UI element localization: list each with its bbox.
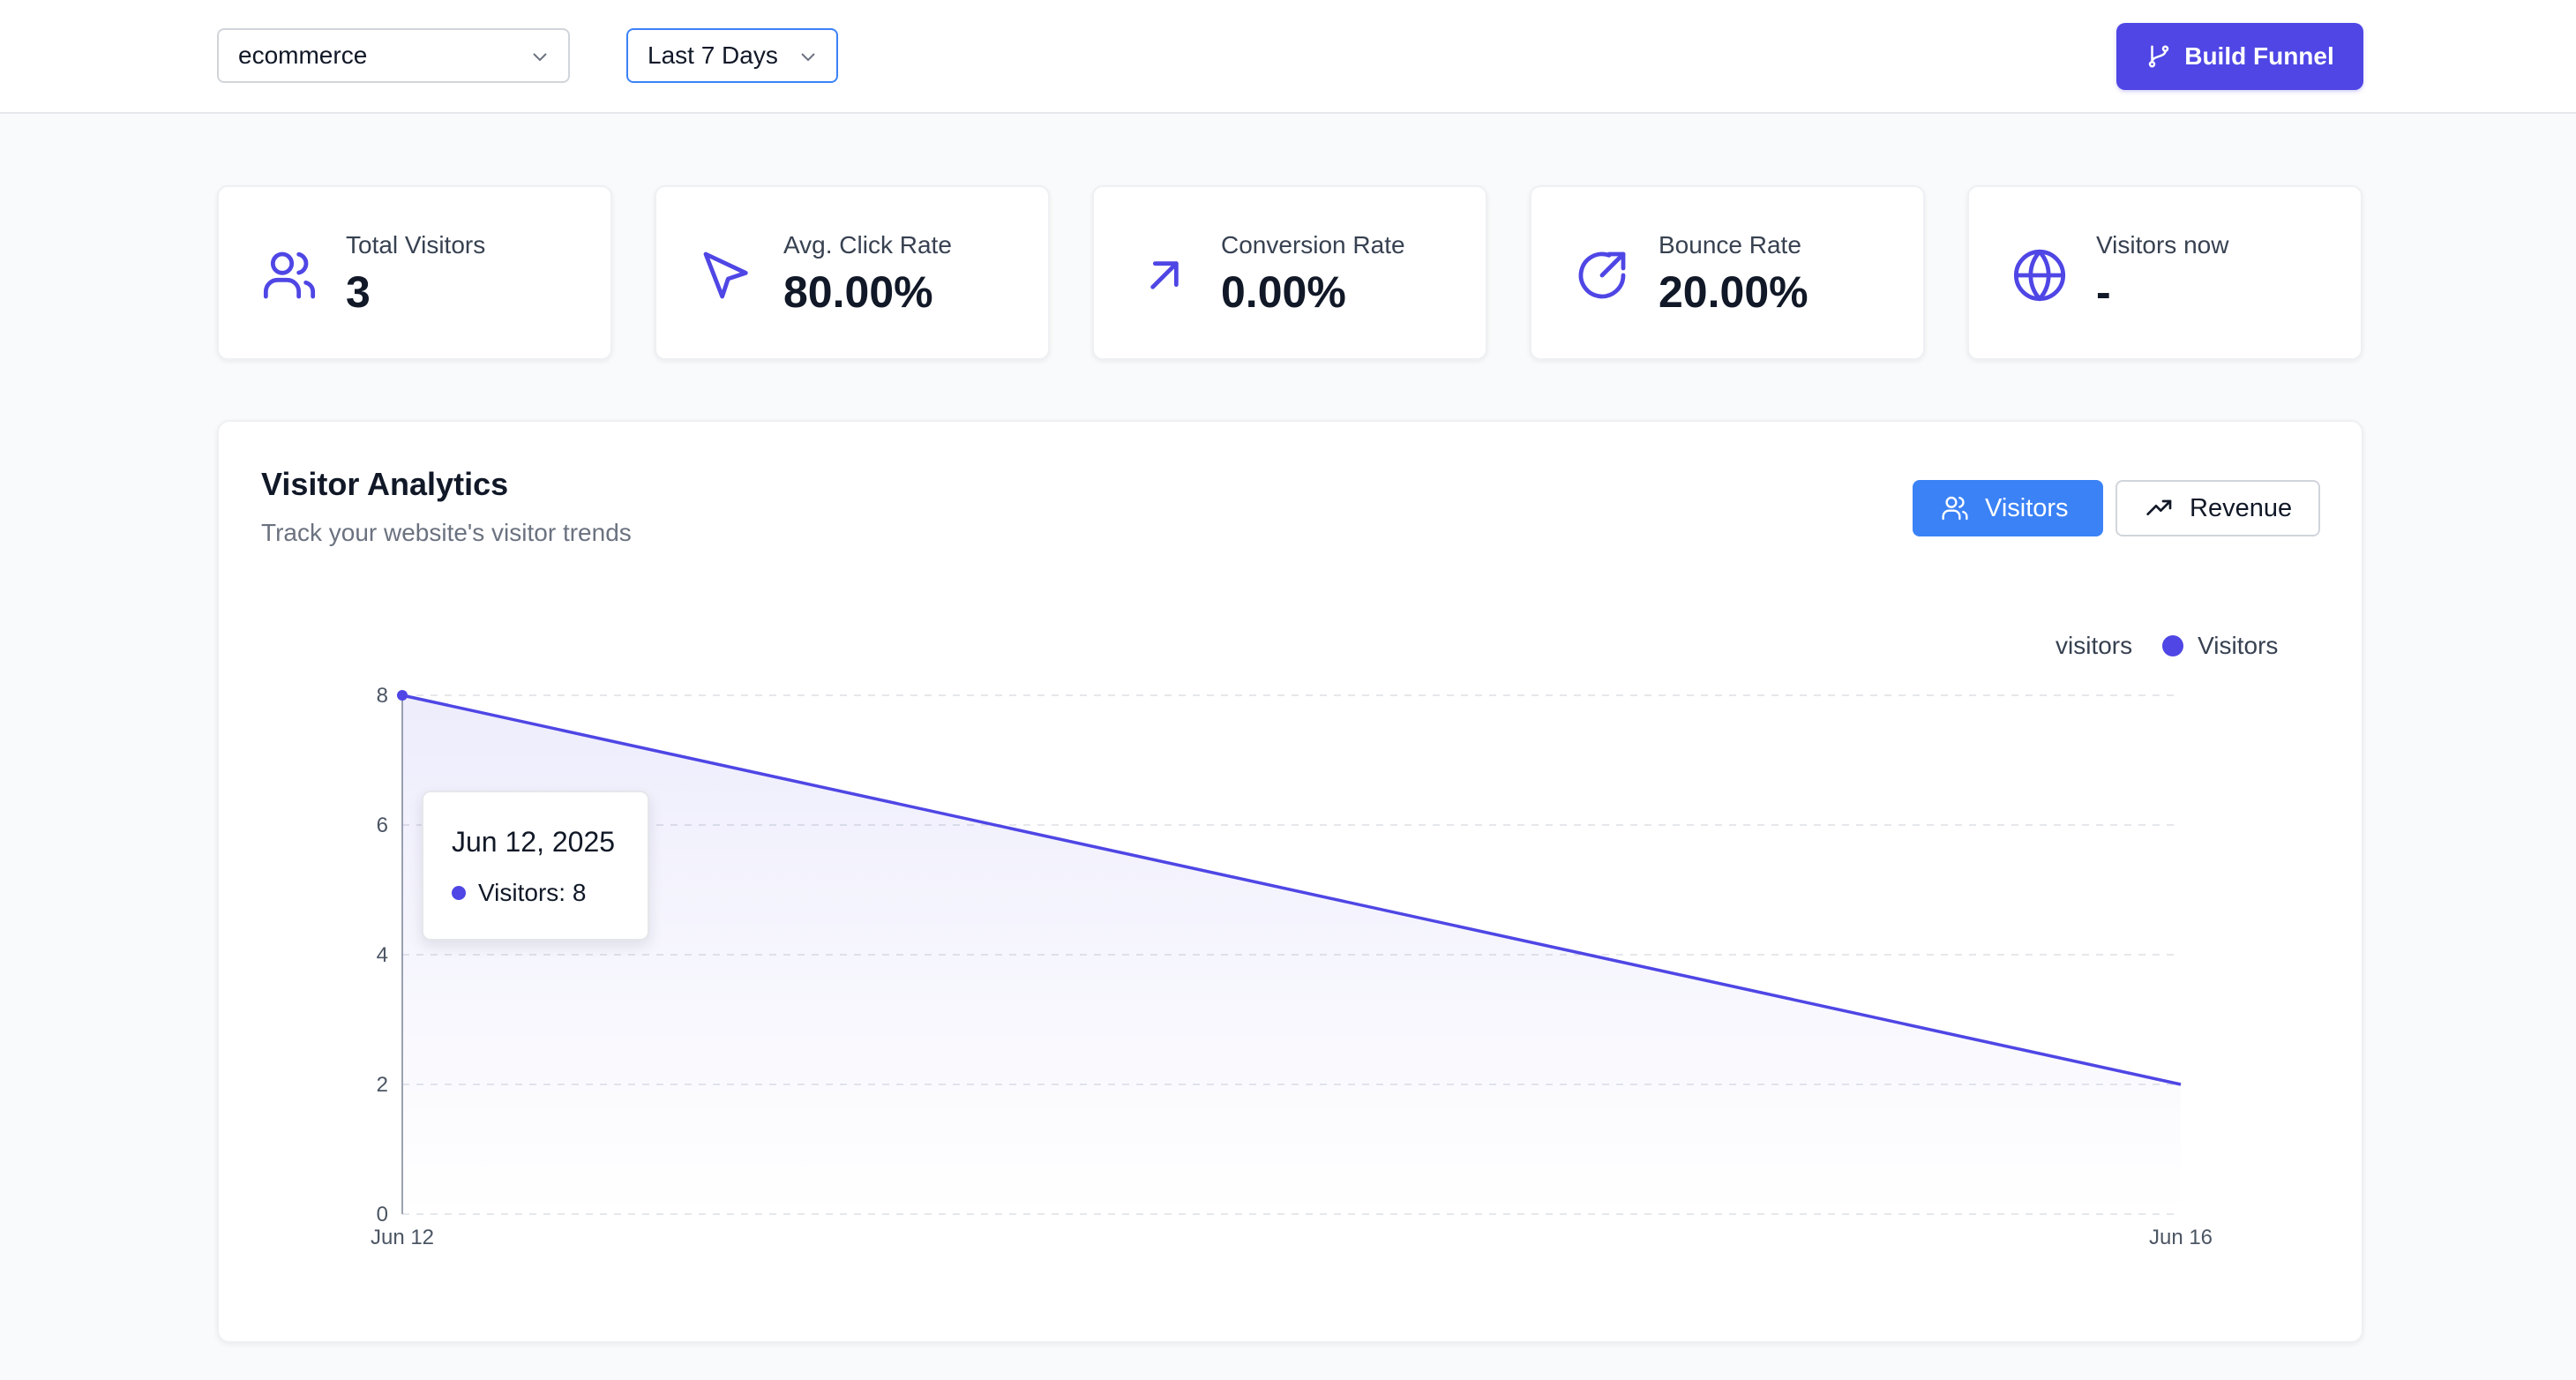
tooltip-date: Jun 12, 2025 — [452, 826, 616, 858]
chevron-down-icon — [801, 53, 815, 62]
y-tick-label: 4 — [377, 943, 388, 967]
date-range-select[interactable]: Last 7 Days — [626, 28, 838, 83]
tooltip-value: Visitors: 8 — [478, 879, 587, 906]
globe-icon — [2013, 249, 2066, 302]
stat-value: 20.00% — [1659, 267, 1808, 317]
y-tick-label: 8 — [377, 684, 388, 708]
x-tick-label: Jun 12 — [371, 1226, 434, 1249]
build-funnel-label: Build Funnel — [2184, 42, 2334, 70]
y-tick-label: 0 — [377, 1203, 388, 1226]
stat-card-bounce-rate: Bounce Rate 20.00% — [1530, 185, 1925, 360]
stat-label: Visitors now — [2096, 231, 2229, 259]
stat-card-click-rate: Avg. Click Rate 80.00% — [655, 185, 1050, 360]
x-tick-label: Jun 16 — [2149, 1226, 2213, 1249]
site-select[interactable]: ecommerce — [217, 28, 570, 83]
stat-value: 0.00% — [1221, 267, 1346, 317]
stat-label: Conversion Rate — [1221, 231, 1405, 259]
stat-label: Bounce Rate — [1659, 231, 1801, 259]
stat-value: 80.00% — [783, 267, 933, 317]
cursor-icon — [703, 251, 748, 299]
share-circle-icon — [1578, 251, 1626, 299]
y-tick-label: 2 — [377, 1073, 388, 1097]
stat-card-conversion-rate: Conversion Rate 0.00% — [1092, 185, 1487, 360]
stat-card-visitors-now: Visitors now - — [1967, 185, 2363, 360]
stat-value: 3 — [346, 267, 371, 317]
site-select-value: ecommerce — [238, 41, 368, 69]
build-funnel-button[interactable]: Build Funnel — [2116, 23, 2363, 90]
chart-tooltip: Jun 12, 2025 Visitors: 8 — [422, 791, 649, 941]
stat-label: Total Visitors — [346, 231, 486, 259]
tooltip-dot — [452, 886, 466, 900]
git-branch-icon — [2148, 45, 2169, 68]
arrow-up-right-icon — [1150, 261, 1179, 289]
top-bar: ecommerce Last 7 Days Build Funnel — [0, 0, 2576, 114]
visitor-analytics-panel: Visitor Analytics Track your website's v… — [217, 420, 2363, 1343]
date-range-value: Last 7 Days — [648, 41, 778, 69]
tooltip-row: Visitors: 8 — [452, 879, 586, 907]
users-icon — [263, 251, 316, 299]
active-data-point — [397, 690, 408, 701]
stat-value: - — [2096, 267, 2111, 317]
chevron-down-icon — [533, 53, 547, 62]
y-tick-label: 6 — [377, 814, 388, 837]
stat-label: Avg. Click Rate — [783, 231, 952, 259]
stat-card-total-visitors: Total Visitors 3 — [217, 185, 612, 360]
